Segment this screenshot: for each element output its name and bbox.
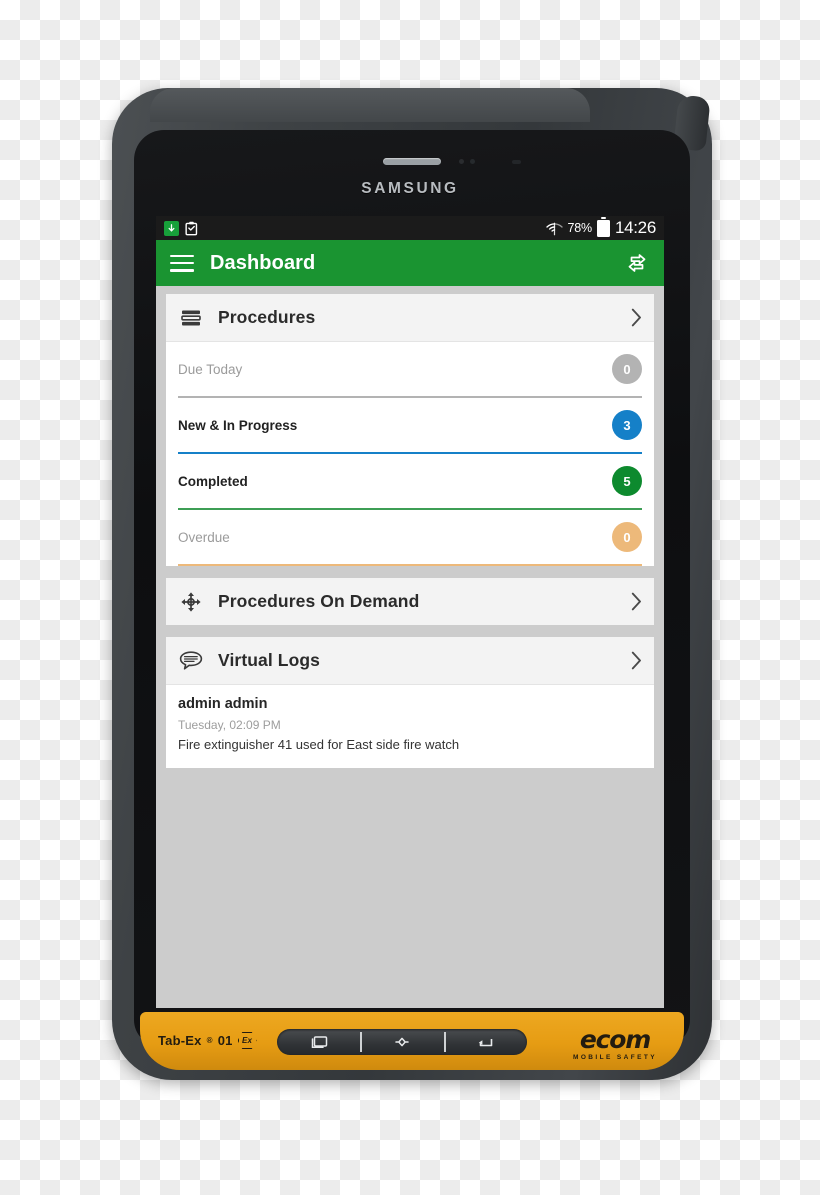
procedures-card-title: Procedures: [218, 307, 316, 327]
status-bar: 78% 14:26: [156, 216, 664, 240]
clock-label: 14:26: [614, 218, 656, 237]
row-label: Due Today: [178, 361, 243, 377]
procedures-on-demand-header[interactable]: Procedures On Demand: [166, 578, 654, 625]
tab-ex-model-label: Tab-Ex ® 01 Ex: [158, 1032, 257, 1049]
home-key[interactable]: [360, 1029, 443, 1055]
proximity-sensor: [459, 159, 464, 164]
rugged-case-top-lip: [150, 88, 590, 122]
procedures-row-due-today[interactable]: Due Today 0: [178, 342, 642, 398]
status-badge: 0: [612, 354, 642, 384]
recent-apps-key[interactable]: [277, 1029, 360, 1055]
ecom-tagline-text: MOBILE SAFETY: [573, 1054, 657, 1061]
row-label: Overdue: [178, 529, 230, 545]
front-camera: [512, 160, 521, 164]
page-title: Dashboard: [210, 251, 316, 274]
procedures-status-list: Due Today 0 New & In Progress 3 Complete…: [166, 342, 654, 566]
procedures-on-demand-title: Procedures On Demand: [218, 591, 420, 611]
light-sensor: [470, 159, 475, 164]
status-bar-right-group: 78% 14:26: [545, 216, 656, 238]
chevron-right-icon[interactable]: [631, 651, 642, 670]
virtual-logs-title: Virtual Logs: [218, 650, 321, 670]
row-label: Completed: [178, 473, 248, 489]
clipboard-icon: [185, 221, 198, 235]
sync-transfer-icon[interactable]: [624, 250, 650, 276]
app-bar: Dashboard: [156, 240, 664, 286]
procedures-on-demand-card: Procedures On Demand: [166, 578, 654, 625]
atex-ex-icon: Ex: [237, 1032, 257, 1049]
procedures-row-overdue[interactable]: Overdue 0: [178, 510, 642, 566]
model-name: Tab-Ex: [158, 1033, 202, 1048]
hardware-nav-key-strip: [277, 1029, 527, 1055]
virtual-logs-card: Virtual Logs admin admin Tuesday, 02:09 …: [166, 637, 654, 768]
layers-list-icon: [178, 305, 204, 331]
model-number: 01: [217, 1033, 233, 1048]
ecom-wordmark: ecom: [579, 1025, 651, 1054]
log-entry-user: admin admin: [178, 696, 268, 712]
back-key[interactable]: [443, 1029, 527, 1055]
ecom-vendor-logo: ecom MOBILE SAFETY: [562, 1027, 668, 1061]
procedures-row-completed[interactable]: Completed 5: [178, 454, 642, 510]
phone-screen: 78% 14:26 Dashboard Procedures Due Today…: [156, 216, 664, 1008]
row-label: New & In Progress: [178, 417, 298, 433]
chevron-right-icon[interactable]: [631, 592, 642, 611]
app-badge-icon: [164, 220, 179, 236]
battery-percent-label: 78%: [567, 221, 593, 235]
dashboard-content: Procedures Due Today 0 New & In Progress…: [156, 286, 664, 768]
chevron-right-icon[interactable]: [631, 308, 642, 327]
virtual-logs-header[interactable]: Virtual Logs: [166, 637, 654, 685]
procedures-card: Procedures Due Today 0 New & In Progress…: [166, 294, 654, 566]
status-badge: 5: [612, 466, 642, 496]
status-badge: 3: [612, 410, 642, 440]
hamburger-menu-icon[interactable]: [170, 254, 194, 272]
battery-icon: [596, 216, 610, 237]
log-entry-timestamp: Tuesday, 02:09 PM: [178, 717, 281, 732]
status-bar-left-icons: [164, 220, 199, 236]
samsung-brand-text: SAMSUNG: [361, 180, 459, 197]
speech-bubble-icon: [178, 648, 204, 674]
virtual-log-entry[interactable]: admin admin Tuesday, 02:09 PM Fire extin…: [166, 685, 654, 768]
status-badge: 0: [612, 522, 642, 552]
log-entry-text: Fire extinguisher 41 used for East side …: [178, 736, 460, 752]
move-arrows-icon: [178, 589, 204, 615]
procedures-row-new-in-progress[interactable]: New & In Progress 3: [178, 398, 642, 454]
earpiece-speaker: [383, 158, 441, 165]
procedures-card-header[interactable]: Procedures: [166, 294, 654, 342]
wifi-icon: [545, 222, 563, 235]
registered-mark: ®: [206, 1036, 213, 1045]
